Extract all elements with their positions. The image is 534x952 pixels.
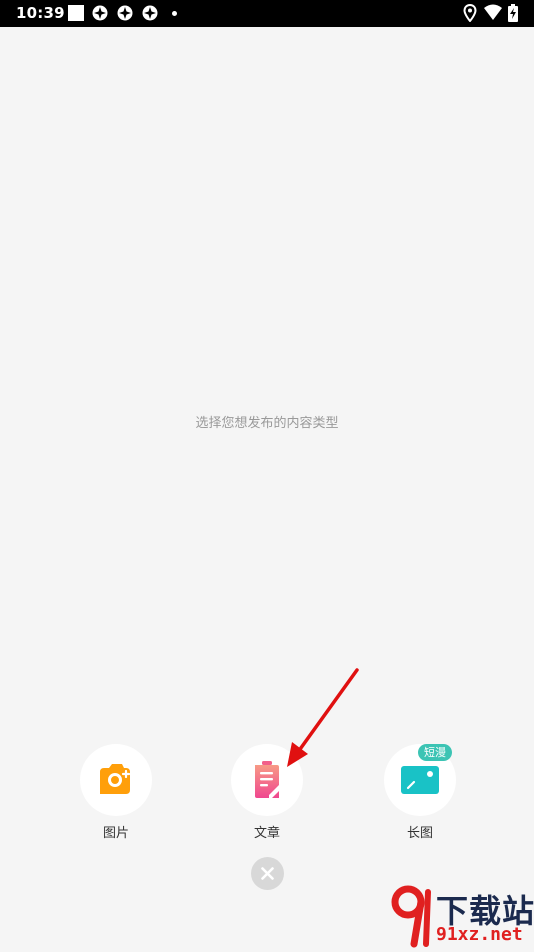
content-type-hint: 选择您想发布的内容类型 <box>195 416 339 431</box>
post-article-label: 文章 <box>253 826 280 841</box>
more-notifications-dot-icon <box>172 11 177 16</box>
notification-app-icon <box>92 5 108 21</box>
watermark: 下载站 91xz.net <box>388 884 534 948</box>
annotation-arrow-icon <box>287 668 359 767</box>
status-time: 10:39 <box>16 4 65 22</box>
notification-app-icon <box>142 5 158 21</box>
post-long-image-label: 长图 <box>406 826 433 841</box>
camera-icon <box>100 764 131 794</box>
image-icon <box>401 766 439 794</box>
close-icon <box>261 867 274 880</box>
battery-charging-icon <box>508 4 518 22</box>
notification-square-icon <box>68 5 84 21</box>
status-bar: 10:39 <box>0 0 534 27</box>
watermark-domain-text: 91xz.net <box>436 924 523 945</box>
post-image-button[interactable] <box>80 744 152 816</box>
watermark-logo-icon <box>391 885 431 948</box>
location-icon <box>463 4 477 22</box>
post-image-option[interactable]: 图片 <box>80 744 152 841</box>
notification-app-icon <box>117 5 133 21</box>
close-button[interactable] <box>251 857 284 890</box>
post-image-label: 图片 <box>102 826 129 841</box>
short-comic-badge: 短漫 <box>418 744 452 761</box>
wifi-icon <box>484 4 502 20</box>
